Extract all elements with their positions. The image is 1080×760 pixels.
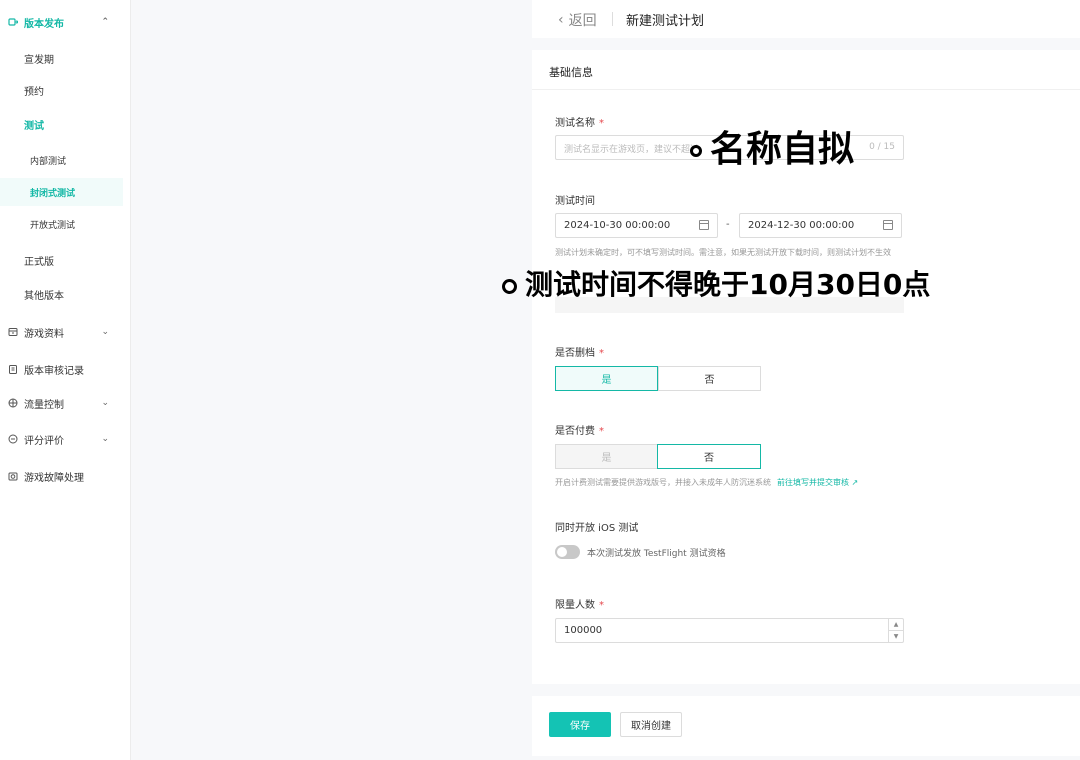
bullet-circle-icon: [690, 145, 702, 157]
char-count: 0 / 15: [869, 142, 895, 152]
limit-value: 100000: [564, 625, 603, 636]
sidebar-item-label: 游戏故障处理: [24, 472, 84, 484]
sidebar-item-label: 宣发期: [24, 54, 54, 66]
quantity-stepper[interactable]: ▲ ▼: [888, 619, 903, 642]
testflight-label: 本次测试发放 TestFlight 测试资格: [587, 549, 726, 559]
required-mark: *: [599, 426, 604, 437]
sidebar-item-label: 开放式测试: [30, 220, 76, 231]
sidebar-item-label: 封闭式测试: [30, 188, 76, 199]
test-time-label: 测试时间: [555, 196, 595, 207]
sidebar-item-traffic-control[interactable]: 流量控制 ⌄: [0, 389, 123, 417]
end-date-input[interactable]: 2024-12-30 00:00:00: [739, 213, 902, 238]
divider: [612, 12, 613, 26]
chevron-down-icon: ⌄: [101, 327, 109, 337]
test-time-hint: 测试计划未确定时，可不填写测试时间。需注意，如果无测试开放下载时间，则测试计划不…: [555, 248, 891, 257]
testflight-toggle[interactable]: [555, 545, 580, 559]
save-button[interactable]: 保存: [549, 712, 611, 737]
sidebar: 版本发布 ⌃ 宣发期 预约 测试 内部测试 封闭式测试 开放式测试 正式版 其他…: [0, 0, 131, 760]
chevron-down-icon: ⌄: [101, 434, 109, 444]
sidebar-item-label: 游戏资料: [24, 328, 64, 340]
card-header: 基础信息: [532, 50, 1080, 90]
sidebar-item-label: 正式版: [24, 256, 54, 268]
required-mark: *: [599, 348, 604, 359]
form-footer: 保存 取消创建: [532, 696, 1080, 756]
chevron-down-icon: ⌄: [101, 398, 109, 408]
test-name-label: 测试名称 *: [555, 118, 604, 129]
sidebar-item-label: 测试: [24, 120, 44, 132]
paid-hint: 开启计费测试需要提供游戏版号，并接入未成年人防沉迷系统 前往填写并提交审核 ↗: [555, 478, 859, 487]
sidebar-item-fault-handling[interactable]: 游戏故障处理: [0, 462, 123, 490]
sidebar-item-promotion[interactable]: 宣发期: [0, 44, 123, 72]
clipboard-icon: [8, 364, 18, 374]
release-icon: [8, 17, 18, 27]
required-mark: *: [599, 600, 604, 611]
calendar-icon: [699, 220, 709, 230]
test-name-placeholder: 测试名显示在游戏页，建议不超过: [564, 145, 700, 155]
bullet-circle-icon: [502, 278, 517, 294]
paid-no-option[interactable]: 否: [657, 444, 761, 469]
start-date-value: 2024-10-30 00:00:00: [564, 220, 671, 231]
top-bar: ‹ 返回 新建测试计划: [532, 0, 1080, 38]
crosshair-icon: [8, 398, 18, 408]
blank-area: [131, 0, 532, 760]
sidebar-item-version-release[interactable]: 版本发布 ⌃: [0, 8, 123, 36]
archive-icon: [8, 327, 18, 337]
sidebar-item-open-test[interactable]: 开放式测试: [0, 210, 123, 238]
sidebar-item-label: 预约: [24, 86, 44, 98]
back-button[interactable]: ‹ 返回: [558, 10, 597, 30]
submit-review-link[interactable]: 前往填写并提交审核 ↗: [777, 478, 858, 487]
paid-label: 是否付费 *: [555, 426, 604, 437]
sidebar-item-label: 评分评价: [24, 435, 64, 447]
sidebar-item-label: 流量控制: [24, 399, 64, 411]
delete-no-option[interactable]: 否: [658, 366, 761, 391]
delete-archive-label: 是否删档 *: [555, 348, 604, 359]
sidebar-item-release-version[interactable]: 正式版: [0, 246, 123, 274]
date-separator: -: [726, 219, 730, 230]
calendar-icon: [883, 220, 893, 230]
sidebar-item-game-info[interactable]: 游戏资料 ⌄: [0, 318, 123, 346]
sidebar-item-review-records[interactable]: 版本审核记录: [0, 355, 123, 383]
annotation-name: 名称自拟: [690, 120, 854, 172]
back-label: 返回: [568, 13, 597, 29]
page-title: 新建测试计划: [626, 14, 705, 29]
cancel-button[interactable]: 取消创建: [620, 712, 682, 737]
sidebar-item-label: 其他版本: [24, 290, 64, 302]
sidebar-item-testing[interactable]: 测试: [0, 110, 123, 138]
stepper-up-icon[interactable]: ▲: [889, 619, 903, 631]
start-date-input[interactable]: 2024-10-30 00:00:00: [555, 213, 718, 238]
annotation-time: 测试时间不得晚于10月30日0点: [502, 263, 930, 303]
sidebar-item-reservation[interactable]: 预约: [0, 76, 123, 104]
delete-yes-option[interactable]: 是: [555, 366, 658, 391]
sidebar-item-other-versions[interactable]: 其他版本: [0, 280, 123, 308]
comment-icon: [8, 434, 18, 444]
sidebar-item-label: 版本发布: [24, 18, 64, 30]
chevron-left-icon: ‹: [558, 12, 564, 28]
card-title: 基础信息: [549, 66, 593, 79]
sidebar-item-label: 版本审核记录: [24, 365, 84, 377]
stepper-down-icon[interactable]: ▼: [889, 631, 903, 643]
chevron-up-icon: ⌃: [101, 17, 109, 27]
sidebar-item-label: 内部测试: [30, 156, 67, 167]
limit-input[interactable]: 100000 ▲ ▼: [555, 618, 904, 643]
end-date-value: 2024-12-30 00:00:00: [748, 220, 855, 231]
camera-icon: [8, 471, 18, 481]
ios-test-label: 同时开放 iOS 测试: [555, 523, 639, 534]
sidebar-item-closed-test[interactable]: 封闭式测试: [0, 178, 123, 206]
sidebar-item-internal-test[interactable]: 内部测试: [0, 146, 123, 174]
limit-label: 限量人数 *: [555, 600, 604, 611]
paid-yes-option[interactable]: 是: [555, 444, 658, 469]
required-mark: *: [599, 118, 604, 129]
sidebar-item-ratings[interactable]: 评分评价 ⌄: [0, 425, 123, 453]
main-content: ‹ 返回 新建测试计划 基础信息 测试名称 * 测试名显示在游戏页，建议不超过 0…: [532, 0, 1080, 760]
